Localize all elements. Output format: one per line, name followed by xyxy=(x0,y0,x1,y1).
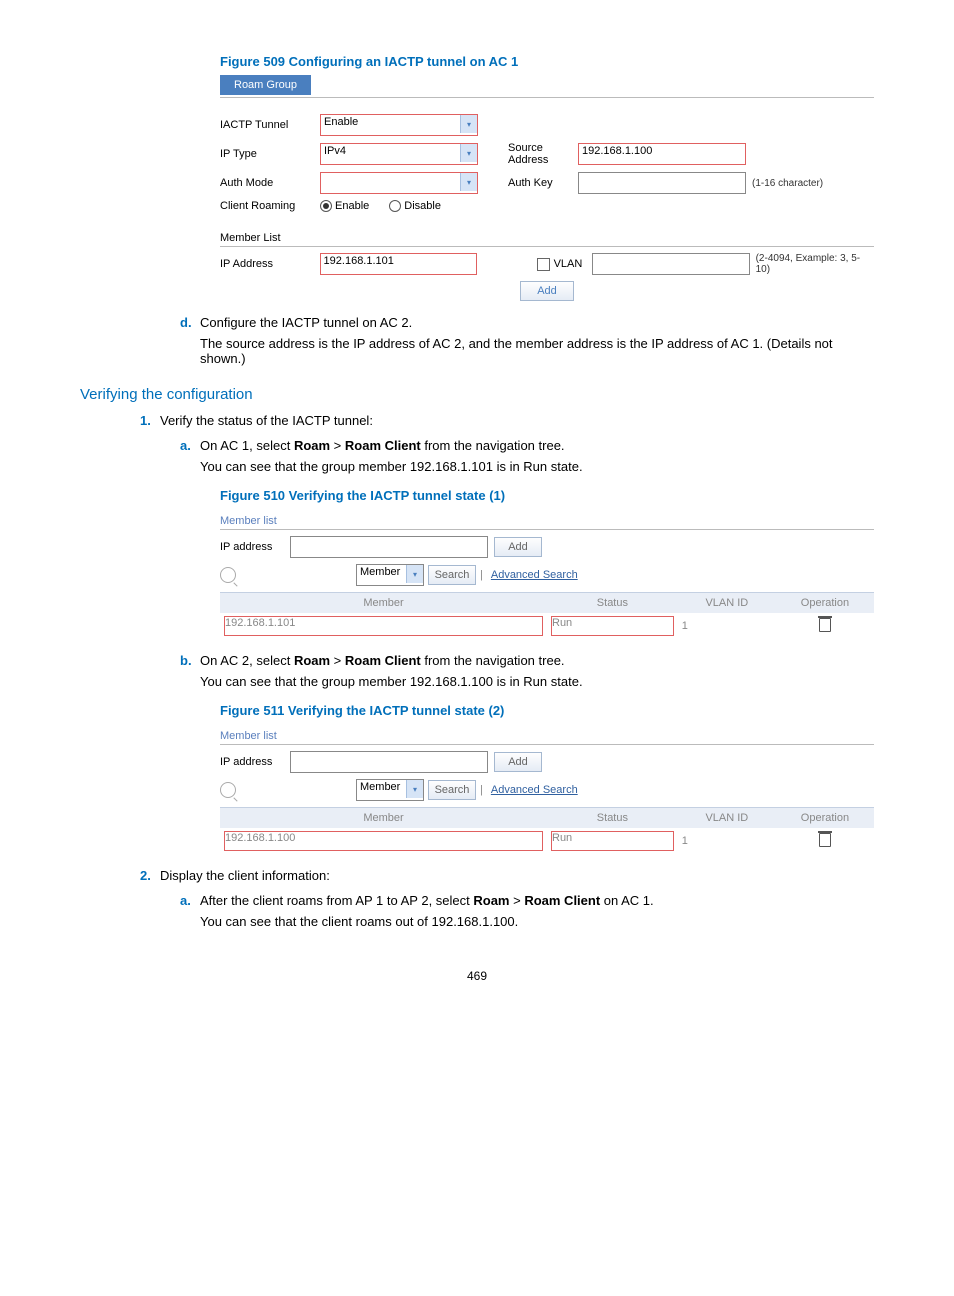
add-button[interactable]: Add xyxy=(494,537,542,557)
chevron-down-icon: ▾ xyxy=(460,173,477,191)
auth-key-label: Auth Key xyxy=(508,177,578,189)
search-icon xyxy=(220,782,236,798)
row-vlan: 1 xyxy=(678,613,776,639)
row-status: Run xyxy=(551,616,674,636)
advanced-search-link[interactable]: Advanced Search xyxy=(491,569,578,581)
ip-address-input[interactable]: 192.168.1.101 xyxy=(320,253,477,275)
step-d-line1: Configure the IACTP tunnel on AC 2. xyxy=(200,315,874,330)
iactp-tunnel-value: Enable xyxy=(324,116,358,128)
ip-address-label: IP address xyxy=(220,756,290,768)
ip-address-input[interactable] xyxy=(290,751,488,773)
row-member: 192.168.1.100 xyxy=(224,831,543,851)
member-table: Member Status VLAN ID Operation 192.168.… xyxy=(220,807,874,854)
member-filter-select[interactable]: Member ▾ xyxy=(356,564,424,586)
row-member: 192.168.1.101 xyxy=(224,616,543,636)
source-address-input[interactable]: 192.168.1.100 xyxy=(578,143,746,165)
vlan-checkbox[interactable] xyxy=(537,258,550,271)
member-list-title: Member list xyxy=(220,730,874,742)
member-list-panel-1: Member list IP address Add Member ▾ Sear… xyxy=(220,515,874,639)
step-1-text: Verify the status of the IACTP tunnel: xyxy=(160,413,874,428)
step-2a-line1: After the client roams from AP 1 to AP 2… xyxy=(200,893,874,908)
ip-address-label: IP address xyxy=(220,541,290,553)
auth-key-hint: (1-16 character) xyxy=(752,178,823,189)
trash-icon[interactable] xyxy=(819,618,831,632)
table-row: 192.168.1.101 Run 1 xyxy=(220,613,874,639)
step-1b-line1: On AC 2, select Roam > Roam Client from … xyxy=(200,653,874,668)
chevron-down-icon: ▾ xyxy=(460,115,477,133)
ip-type-select[interactable]: IPv4 ▾ xyxy=(320,143,478,165)
th-operation: Operation xyxy=(776,808,874,829)
step-1a-line2: You can see that the group member 192.16… xyxy=(200,459,874,474)
ip-address-value: 192.168.1.101 xyxy=(324,255,394,267)
member-filter-select[interactable]: Member ▾ xyxy=(356,779,424,801)
chevron-down-icon: ▾ xyxy=(406,780,423,798)
member-table: Member Status VLAN ID Operation 192.168.… xyxy=(220,592,874,639)
member-list-panel-2: Member list IP address Add Member ▾ Sear… xyxy=(220,730,874,854)
page-number: 469 xyxy=(80,969,874,983)
vlan-label: VLAN xyxy=(554,258,583,270)
member-list-title: Member list xyxy=(220,515,874,527)
roam-group-panel: Roam Group IACTP Tunnel Enable ▾ IP Type… xyxy=(220,75,874,301)
figure-509-caption: Figure 509 Configuring an IACTP tunnel o… xyxy=(220,54,874,69)
figure-510-caption: Figure 510 Verifying the IACTP tunnel st… xyxy=(220,488,874,503)
client-roaming-enable-text: Enable xyxy=(335,200,369,212)
step-1a-marker: a. xyxy=(180,438,200,474)
source-address-label: Source Address xyxy=(508,142,578,166)
chevron-down-icon: ▾ xyxy=(406,565,423,583)
chevron-down-icon: ▾ xyxy=(460,144,477,162)
step-d-body: Configure the IACTP tunnel on AC 2. The … xyxy=(200,315,874,366)
step-1b-line2: You can see that the group member 192.16… xyxy=(200,674,874,689)
search-button[interactable]: Search xyxy=(428,565,476,585)
step-d-line2: The source address is the IP address of … xyxy=(200,336,874,366)
auth-key-input[interactable] xyxy=(578,172,746,194)
th-operation: Operation xyxy=(776,593,874,614)
step-2-text: Display the client information: xyxy=(160,868,874,883)
iactp-tunnel-label: IACTP Tunnel xyxy=(220,119,320,131)
ip-address-label: IP Address xyxy=(220,258,320,270)
divider xyxy=(220,246,874,247)
step-1-marker: 1. xyxy=(140,413,160,428)
row-vlan: 1 xyxy=(678,828,776,854)
client-roaming-label: Client Roaming xyxy=(220,200,320,212)
step-2a-line2: You can see that the client roams out of… xyxy=(200,914,874,929)
trash-icon[interactable] xyxy=(819,833,831,847)
th-member: Member xyxy=(220,808,547,829)
figure-511-caption: Figure 511 Verifying the IACTP tunnel st… xyxy=(220,703,874,718)
divider xyxy=(220,744,874,745)
th-vlan: VLAN ID xyxy=(678,808,776,829)
auth-mode-label: Auth Mode xyxy=(220,177,320,189)
th-status: Status xyxy=(547,593,678,614)
th-member: Member xyxy=(220,593,547,614)
auth-mode-select[interactable]: ▾ xyxy=(320,172,478,194)
source-address-value: 192.168.1.100 xyxy=(582,145,652,157)
table-row: 192.168.1.100 Run 1 xyxy=(220,828,874,854)
step-1a-line1: On AC 1, select Roam > Roam Client from … xyxy=(200,438,874,453)
ip-type-label: IP Type xyxy=(220,148,320,160)
step-1b-marker: b. xyxy=(180,653,200,689)
vlan-input[interactable] xyxy=(592,253,749,275)
step-2a-marker: a. xyxy=(180,893,200,929)
step-2-marker: 2. xyxy=(140,868,160,883)
row-status: Run xyxy=(551,831,674,851)
iactp-tunnel-select[interactable]: Enable ▾ xyxy=(320,114,478,136)
vlan-hint: (2-4094, Example: 3, 5-10) xyxy=(756,253,874,275)
divider xyxy=(220,529,874,530)
client-roaming-disable-text: Disable xyxy=(404,200,441,212)
th-vlan: VLAN ID xyxy=(678,593,776,614)
verifying-configuration-heading: Verifying the configuration xyxy=(80,386,874,403)
client-roaming-enable-radio[interactable] xyxy=(320,200,332,212)
ip-type-value: IPv4 xyxy=(324,145,346,157)
search-button[interactable]: Search xyxy=(428,780,476,800)
add-button[interactable]: Add xyxy=(494,752,542,772)
ip-address-input[interactable] xyxy=(290,536,488,558)
member-list-label: Member List xyxy=(220,232,874,244)
add-button[interactable]: Add xyxy=(520,281,574,301)
divider xyxy=(220,97,874,98)
search-icon xyxy=(220,567,236,583)
step-d-marker: d. xyxy=(180,315,200,366)
roam-group-tab[interactable]: Roam Group xyxy=(220,75,311,95)
client-roaming-disable-radio[interactable] xyxy=(389,200,401,212)
th-status: Status xyxy=(547,808,678,829)
advanced-search-link[interactable]: Advanced Search xyxy=(491,784,578,796)
